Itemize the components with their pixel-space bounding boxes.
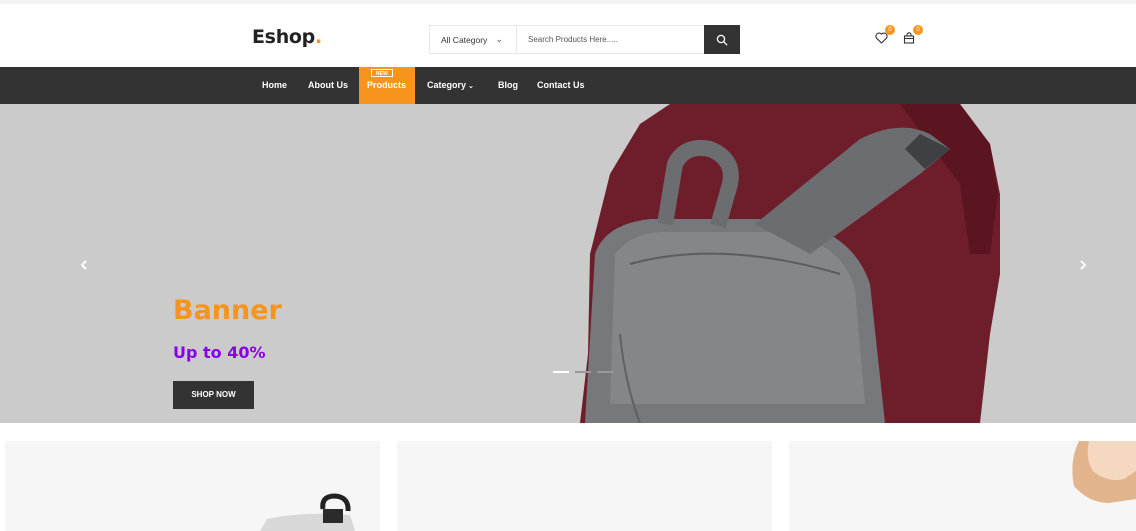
nav-item-label: Home xyxy=(262,80,288,90)
slider-dot[interactable] xyxy=(597,371,613,373)
chevron-left-icon xyxy=(80,260,87,270)
nav-item-home[interactable]: Home xyxy=(262,67,287,104)
category-select[interactable]: All Category ⌄ xyxy=(430,26,517,53)
nav-item-label: Contact Us xyxy=(537,80,585,90)
cart-button[interactable]: 0 xyxy=(903,25,923,45)
logo-text: Eshop xyxy=(252,26,315,48)
promo-cards xyxy=(0,423,1136,531)
nav-item-blog[interactable]: Blog xyxy=(498,67,518,104)
nav-item-contact-us[interactable]: Contact Us xyxy=(537,67,585,104)
slider-prev-arrow[interactable] xyxy=(78,258,92,272)
site-header: Eshop. All Category ⌄ 0 0 xyxy=(0,0,1136,67)
shop-now-button[interactable]: SHOP NOW xyxy=(173,381,254,409)
search-bar: All Category ⌄ xyxy=(429,25,740,54)
hero-subtitle: Up to 40% xyxy=(173,343,266,362)
nav-item-label: Products xyxy=(367,80,407,90)
search-icon xyxy=(716,34,728,45)
wishlist-count-badge: 0 xyxy=(885,25,895,35)
logo-dot: . xyxy=(314,26,322,48)
new-badge: NEW xyxy=(371,69,393,77)
chevron-down-icon: ⌄ xyxy=(468,83,474,90)
promo-card[interactable] xyxy=(5,441,380,531)
card-image-bag xyxy=(260,493,355,531)
nav-item-category[interactable]: Category ⌄ xyxy=(427,67,474,104)
card-image-model xyxy=(1072,441,1136,503)
search-button[interactable] xyxy=(704,25,740,54)
chevron-right-icon xyxy=(1080,260,1087,270)
slider-dot[interactable] xyxy=(575,371,591,373)
slider-next-arrow[interactable] xyxy=(1077,258,1091,272)
slider-dots xyxy=(553,371,613,373)
nav-item-label: Blog xyxy=(498,80,518,90)
promo-card[interactable] xyxy=(789,441,1136,531)
promo-card[interactable] xyxy=(397,441,772,531)
nav-item-label: Category xyxy=(427,80,467,90)
search-input[interactable] xyxy=(517,26,704,53)
hero-image-backpack xyxy=(580,104,1000,423)
nav-item-label: About Us xyxy=(308,80,348,90)
site-logo[interactable]: Eshop. xyxy=(252,26,322,48)
nav-item-products[interactable]: NEW Products xyxy=(359,67,415,104)
shopping-bag-icon xyxy=(903,32,915,44)
wishlist-button[interactable]: 0 xyxy=(875,25,895,45)
nav-item-about-us[interactable]: About Us xyxy=(308,67,348,104)
hero-slider: Banner Up to 40% SHOP NOW xyxy=(0,104,1136,423)
cart-count-badge: 0 xyxy=(913,25,923,35)
category-select-label: All Category xyxy=(441,34,488,45)
chevron-down-icon: ⌄ xyxy=(495,34,503,44)
hero-title: Banner xyxy=(173,295,282,326)
slider-dot[interactable] xyxy=(553,371,569,373)
main-nav: Home About Us NEW Products Category ⌄ Blo… xyxy=(0,67,1136,104)
